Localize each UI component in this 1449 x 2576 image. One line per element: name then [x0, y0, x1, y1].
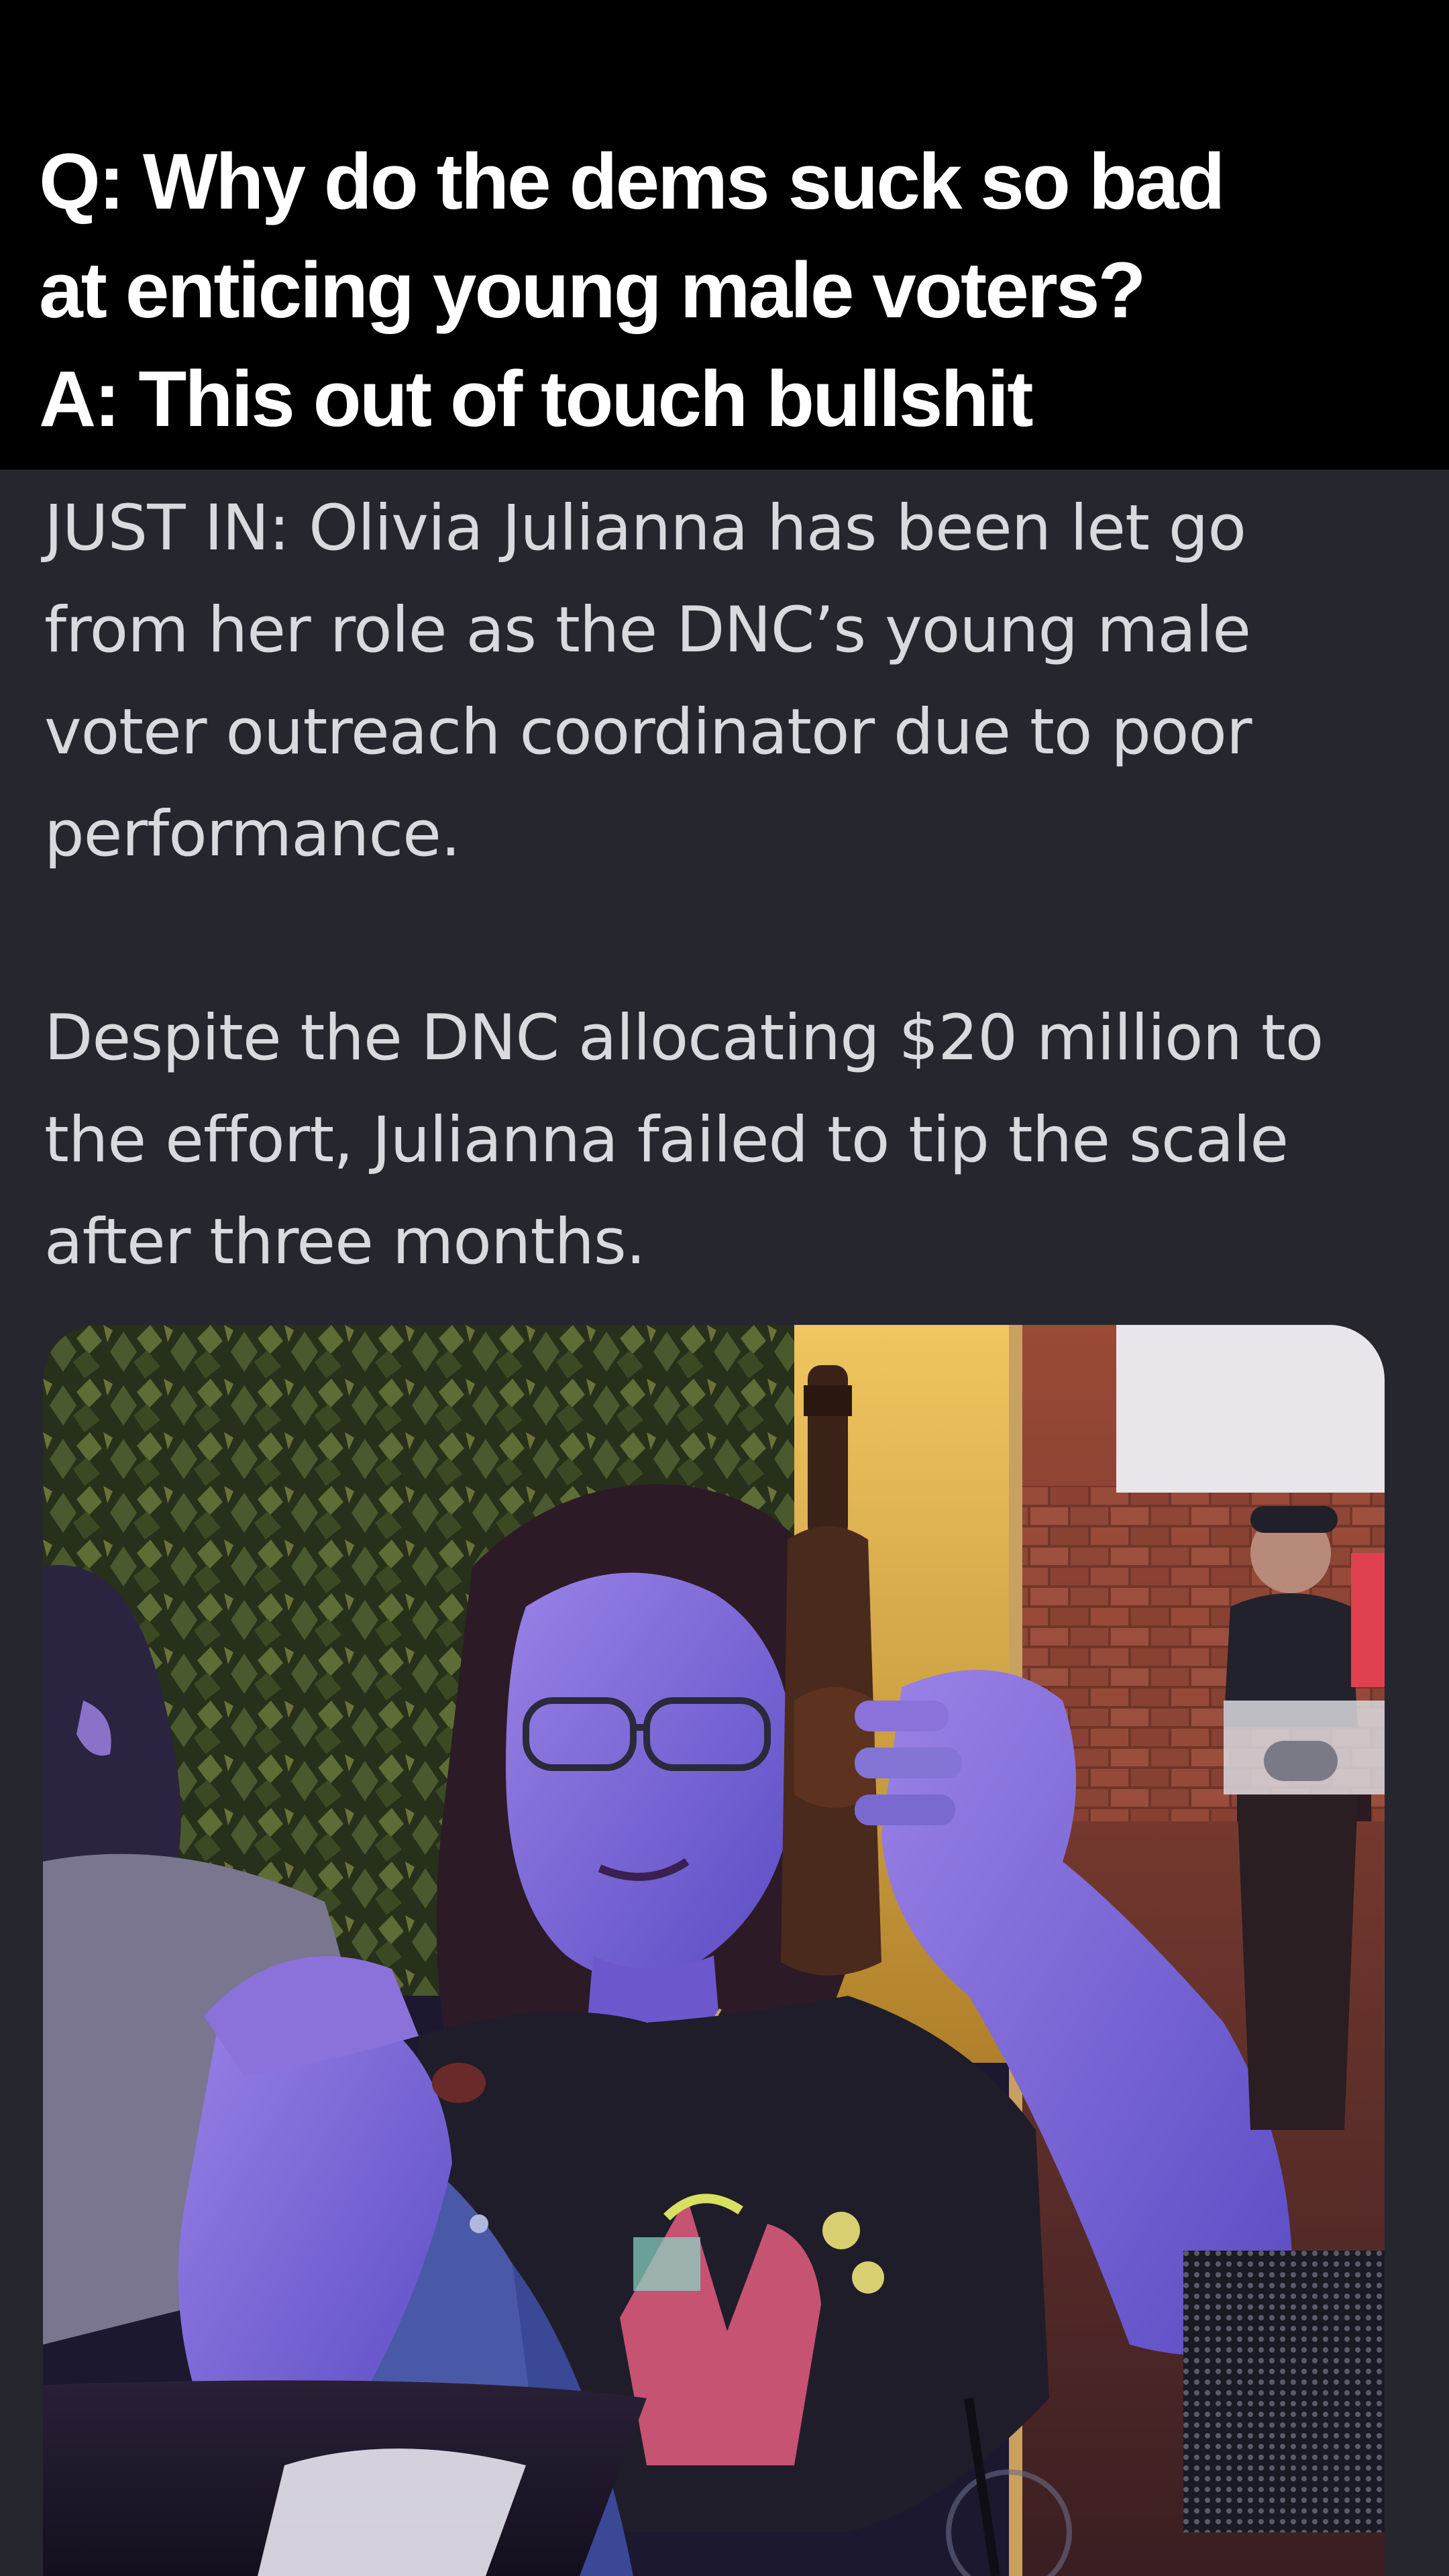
meme-caption-bar: Q: Why do the dems suck so bad at entici…	[0, 0, 1449, 470]
photo-illustration	[43, 1325, 1385, 2576]
post-text: JUST IN: Olivia Julianna has been let go…	[44, 478, 1413, 1293]
post-paragraph-just-in: JUST IN: Olivia Julianna has been let go…	[44, 492, 1252, 871]
chair-mesh	[1183, 2251, 1385, 2532]
ceiling-light	[1116, 1325, 1385, 1493]
caption-line-question-cont: at enticing young male voters?	[39, 246, 1146, 335]
post-paragraph-despite: Despite the DNC allocating $20 million t…	[44, 1002, 1324, 1279]
snack	[432, 2063, 486, 2103]
caption-line-answer: A: This out of touch bullshit	[39, 355, 1033, 443]
meme-caption: Q: Why do the dems suck so bad at entici…	[39, 127, 1226, 453]
post-photo[interactable]	[43, 1325, 1385, 2576]
napkin	[258, 2449, 526, 2576]
caption-line-question: Q: Why do the dems suck so bad	[39, 138, 1226, 226]
